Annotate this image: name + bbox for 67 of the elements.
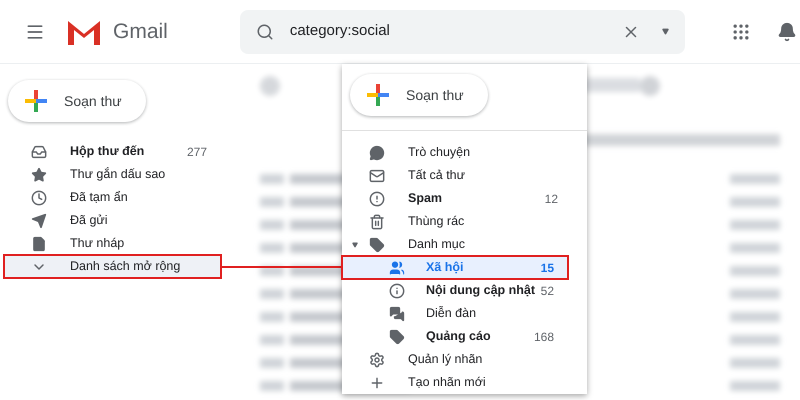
- folder-item[interactable]: Tạo nhãn mới: [342, 371, 572, 394]
- search-query: category:social: [290, 21, 391, 42]
- folder-item[interactable]: Đã gửi: [4, 209, 221, 232]
- plus-icon: [24, 89, 48, 113]
- folder-item[interactable]: Danh sách mở rộng: [4, 255, 221, 278]
- folder-label: Diễn đàn: [426, 305, 478, 322]
- unread-count: 12: [544, 190, 558, 208]
- folder-label: Trò chuyện: [408, 144, 472, 162]
- folder-item[interactable]: Danh mục: [342, 233, 572, 256]
- folder-item[interactable]: Thư nháp: [4, 232, 221, 255]
- alert-icon: [369, 190, 385, 206]
- folder-label: Thư gắn dấu sao: [70, 166, 166, 184]
- folder-label: Xã hội: [426, 259, 465, 276]
- unread-count: 277: [186, 144, 207, 160]
- label-icon: [369, 236, 385, 252]
- apps-grid-icon[interactable]: [730, 22, 751, 42]
- folder-item[interactable]: Thư gắn dấu sao: [4, 163, 221, 186]
- folder-item[interactable]: Tất cả thư: [342, 164, 572, 187]
- folder-label: Tất cả thư: [408, 167, 466, 184]
- gear-icon: [369, 352, 385, 368]
- folder-item[interactable]: Thùng rác: [342, 210, 572, 233]
- folder-item[interactable]: Spam 12: [342, 187, 572, 210]
- send-icon: [31, 212, 47, 228]
- star-icon: [31, 166, 47, 182]
- folder-label: Spam: [408, 190, 444, 208]
- unread-count: 168: [534, 328, 554, 346]
- document-icon: [31, 236, 47, 252]
- folder-label: Đã gửi: [70, 212, 109, 230]
- folder-label: Nội dung cập nhật: [426, 282, 536, 300]
- plus-icon: [369, 374, 385, 390]
- chat-bubbles-icon: [389, 306, 405, 322]
- unread-count: 15: [540, 260, 554, 276]
- app-name: Gmail: [113, 18, 168, 45]
- search-field[interactable]: category:social: [240, 10, 685, 54]
- tag-icon: [389, 328, 405, 344]
- people-icon: [389, 260, 405, 276]
- folder-item[interactable]: Trò chuyện: [342, 141, 572, 164]
- folder-label: Đã tạm ẩn: [70, 189, 129, 206]
- folder-label: Hộp thư đến: [70, 143, 146, 160]
- folder-label: Quản lý nhãn: [408, 351, 484, 368]
- folder-label: Danh sách mở rộng: [70, 258, 182, 276]
- bell-icon[interactable]: [776, 22, 797, 42]
- info-icon: [389, 282, 405, 298]
- folder-item[interactable]: Xã hội 15: [342, 256, 568, 279]
- folder-label: Quảng cáo: [426, 328, 492, 346]
- folder-label: Tạo nhãn mới: [408, 374, 487, 392]
- folder-item[interactable]: Nội dung cập nhật 52: [342, 279, 568, 302]
- compose-button[interactable]: Soạn thư: [8, 80, 146, 122]
- unread-count: 52: [540, 282, 554, 300]
- plus-icon: [366, 83, 390, 107]
- folder-label: Danh mục: [408, 236, 466, 254]
- compose-button[interactable]: Soạn thư: [350, 74, 488, 116]
- folder-item[interactable]: Diễn đàn: [342, 302, 568, 325]
- envelope-icon: [369, 168, 385, 184]
- folder-item[interactable]: Đã tạm ẩn: [4, 186, 221, 209]
- trash-icon: [369, 214, 385, 230]
- folder-item[interactable]: Quản lý nhãn: [342, 348, 572, 371]
- clock-icon: [31, 190, 47, 206]
- folder-label: Thư nháp: [70, 235, 126, 252]
- folder-item[interactable]: Quảng cáo 168: [342, 325, 568, 348]
- caret-icon[interactable]: [352, 242, 358, 248]
- folder-item[interactable]: Hộp thư đến 277: [4, 140, 221, 163]
- search-icon[interactable]: [256, 22, 274, 40]
- dropdown-caret-icon[interactable]: [662, 28, 669, 35]
- folder-label: Thùng rác: [408, 213, 466, 230]
- inbox-icon: [31, 144, 47, 160]
- chat-bubble-icon: [369, 144, 385, 160]
